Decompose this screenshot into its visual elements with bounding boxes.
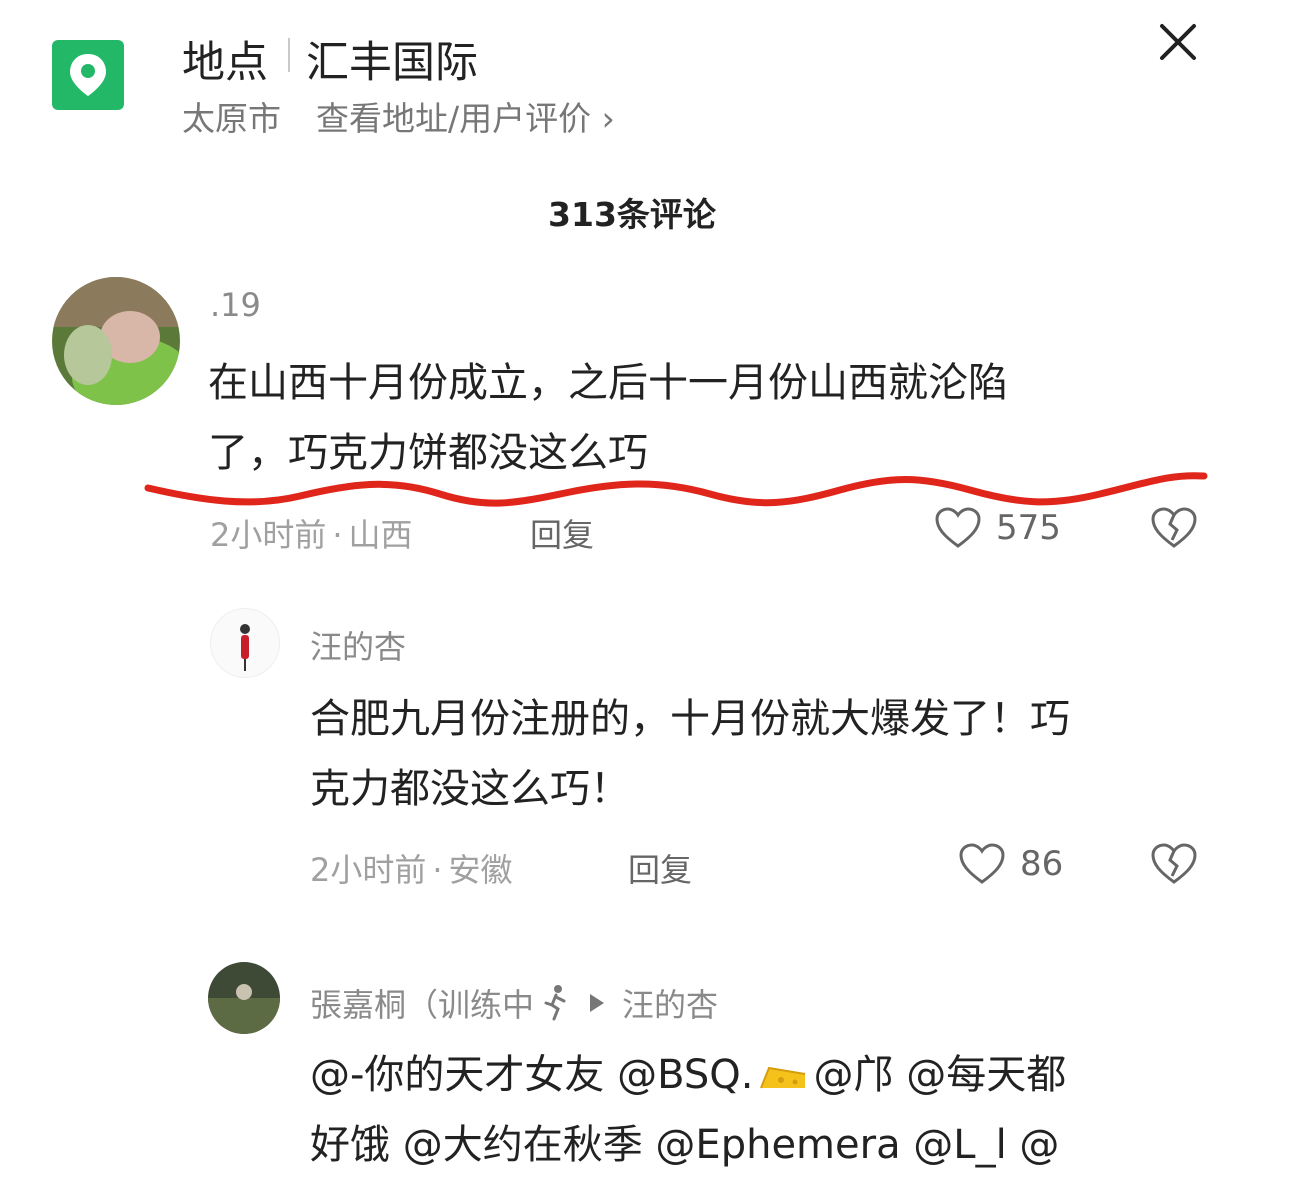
comment-meta: 2小时前 · 安徽 — [310, 851, 513, 889]
close-icon — [1160, 24, 1196, 60]
comment-region: 山西 — [348, 516, 413, 554]
comment-region: 安徽 — [448, 851, 513, 889]
dislike-button[interactable] — [1150, 506, 1198, 554]
reply-arrow-icon — [590, 994, 605, 1012]
like-button[interactable]: 575 — [934, 506, 1061, 550]
comment-time: 2小时前 — [210, 516, 327, 554]
place-name: 汇丰国际 — [306, 38, 478, 88]
header-divider — [288, 38, 290, 72]
broken-heart-icon — [1151, 843, 1197, 884]
comment-mentions[interactable]: @邝 @每天都 — [813, 1052, 1066, 1098]
close-button[interactable] — [1152, 20, 1204, 66]
comment-text-line: 克力都没这么巧！ — [310, 766, 630, 812]
avatar[interactable] — [208, 962, 280, 1034]
cheese-emoji-icon — [760, 1066, 806, 1089]
dislike-button[interactable] — [1150, 842, 1198, 890]
comment-text-line: @-你的天才女友 @BSQ. @邝 @每天都 — [310, 1040, 1066, 1110]
comments-count: 313条评论 — [548, 195, 716, 234]
avatar[interactable] — [210, 608, 280, 678]
comment-username[interactable]: 張嘉桐（训练中 — [310, 980, 534, 1026]
running-person-icon — [544, 985, 566, 1021]
comment-text-line: 合肥九月份注册的，十月份就大爆发了！巧 — [310, 696, 1070, 742]
heart-icon — [959, 843, 1005, 884]
like-count: 575 — [996, 508, 1061, 548]
comment-text-line: 好饿 @大约在秋季 @Ephemera @L_l @ — [310, 1122, 1060, 1168]
location-icon-badge — [52, 40, 124, 110]
comment-text-line: 在山西十月份成立，之后十一月份山西就沦陷 — [208, 360, 1008, 406]
like-button[interactable]: 86 — [958, 842, 1063, 886]
reply-to-username[interactable]: 汪的杏 — [622, 980, 718, 1026]
reply-button[interactable]: 回复 — [628, 845, 692, 891]
heart-icon — [935, 507, 981, 548]
city-label: 太原市 — [182, 99, 281, 138]
comment-meta: 2小时前 · 山西 — [210, 516, 413, 554]
like-count: 86 — [1020, 844, 1064, 884]
location-pin-icon — [70, 54, 106, 96]
comment-mentions[interactable]: @-你的天才女友 @BSQ. — [310, 1052, 753, 1098]
comment-username[interactable]: .19 — [210, 286, 261, 324]
reply-button[interactable]: 回复 — [530, 510, 594, 556]
comment-username[interactable]: 汪的杏 — [310, 622, 406, 668]
view-address-reviews-link[interactable]: 查看地址/用户评价 › — [316, 92, 615, 140]
comment-username-row: 張嘉桐（训练中 汪的杏 — [310, 980, 718, 1026]
header-title: 地点 — [182, 38, 268, 88]
avatar[interactable] — [52, 277, 180, 405]
broken-heart-icon — [1151, 507, 1197, 548]
comment-time: 2小时前 — [310, 851, 427, 889]
